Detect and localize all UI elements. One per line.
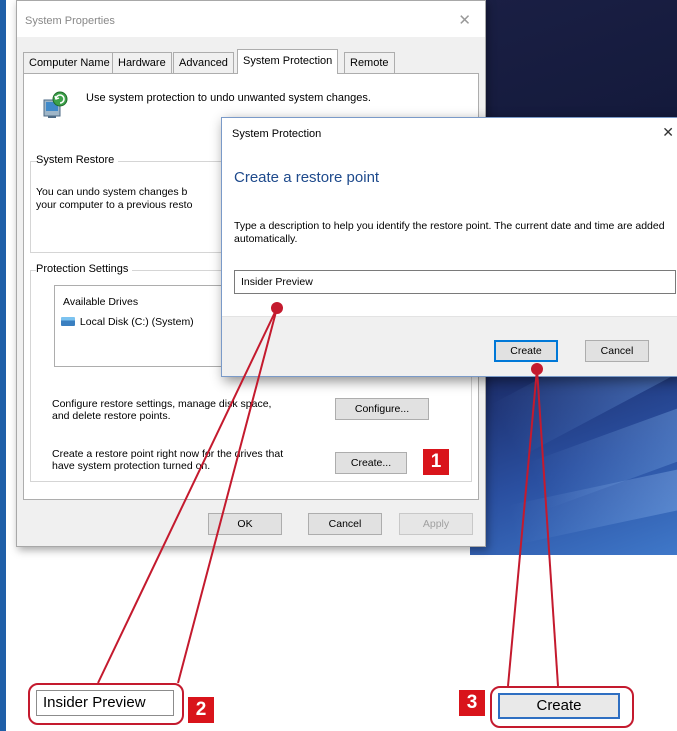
cancel-button[interactable]: Cancel	[308, 513, 382, 535]
panel-intro-text: Use system protection to undo unwanted s…	[86, 92, 371, 104]
step-1-badge: 1	[423, 449, 449, 475]
system-restore-label: System Restore	[36, 154, 119, 166]
step-3-badge: 3	[459, 690, 485, 716]
drives-list[interactable]: Available Drives Local Disk (C:) (System…	[54, 285, 226, 367]
protection-settings-label: Protection Settings	[36, 263, 133, 275]
disk-drive-icon	[61, 317, 75, 326]
step-2-badge: 2	[188, 697, 214, 723]
left-edge-bar	[0, 0, 6, 731]
dialog-create-button[interactable]: Create	[494, 340, 558, 362]
apply-button[interactable]: Apply	[399, 513, 473, 535]
drive-row[interactable]: Local Disk (C:) (System)	[61, 316, 194, 328]
system-protection-icon	[43, 91, 68, 118]
dialog-cancel-button[interactable]: Cancel	[585, 340, 649, 362]
system-protection-dialog: System Protection ✕ Create a restore poi…	[221, 117, 677, 377]
tab-system-protection[interactable]: System Protection	[237, 49, 339, 74]
zoom-input-text: Insider Preview	[36, 690, 174, 716]
dialog-heading: Create a restore point	[234, 169, 380, 186]
window-title: System Properties	[25, 15, 115, 27]
zoom-callout-input: Insider Preview	[28, 683, 184, 725]
dialog-footer: Create Cancel	[222, 316, 677, 376]
close-icon[interactable]: ✕	[458, 11, 471, 29]
tab-advanced[interactable]: Advanced	[173, 52, 234, 73]
tab-hardware[interactable]: Hardware	[112, 52, 172, 73]
dialog-close-icon[interactable]: ✕	[662, 124, 674, 141]
zoom-create-button-text: Create	[498, 693, 620, 719]
system-restore-text: You can undo system changes b your compu…	[36, 186, 193, 211]
create-description: Create a restore point right now for the…	[52, 448, 284, 472]
configure-button[interactable]: Configure...	[335, 398, 429, 420]
drive-label: Local Disk (C:) (System)	[79, 316, 194, 328]
window-titlebar: System Properties ✕	[17, 1, 485, 37]
available-drives-header: Available Drives	[63, 296, 139, 308]
restore-point-description-input[interactable]: Insider Preview	[234, 270, 676, 294]
zoom-callout-create: Create	[490, 686, 634, 728]
tab-computer-name[interactable]: Computer Name	[23, 52, 116, 73]
dialog-description: Type a description to help you identify …	[234, 220, 665, 245]
configure-description: Configure restore settings, manage disk …	[52, 398, 272, 422]
create-restore-point-button[interactable]: Create...	[335, 452, 407, 474]
tab-remote[interactable]: Remote	[344, 52, 395, 73]
dialog-title: System Protection	[232, 128, 322, 140]
ok-button[interactable]: OK	[208, 513, 282, 535]
